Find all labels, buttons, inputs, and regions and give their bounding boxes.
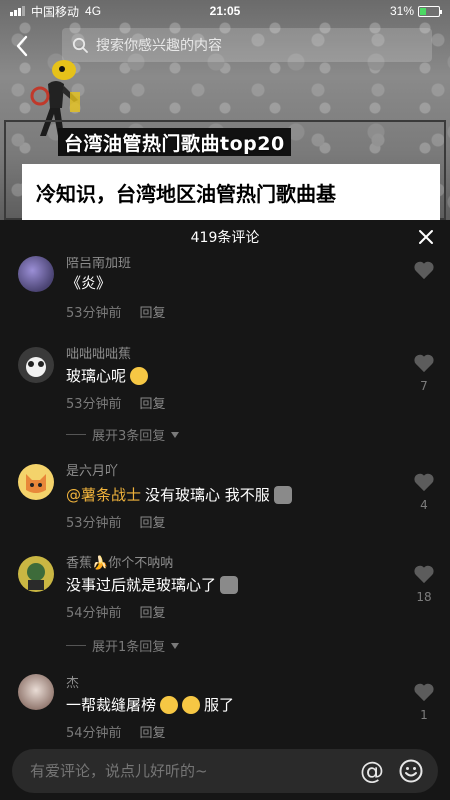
heart-icon: [414, 683, 434, 702]
battery-icon: [418, 5, 442, 17]
cat-emoji-icon: [273, 485, 292, 504]
heart-icon: [414, 473, 434, 492]
comment-author[interactable]: 是六月吖: [66, 460, 118, 479]
comment-time: 54分钟前: [66, 726, 122, 741]
comment-author[interactable]: 咄咄咄咄蕉: [66, 343, 131, 362]
clock: 21:05: [209, 4, 241, 18]
like-count: 7: [420, 379, 428, 393]
expand-replies-label: 展开1条回复: [92, 640, 166, 655]
comment-panel-header: 419条评论: [0, 220, 450, 254]
like-button[interactable]: 18: [412, 564, 436, 604]
reply-button[interactable]: 回复: [140, 302, 166, 321]
comment-text: 玻璃心呢: [66, 365, 149, 386]
author-name: 你个不呐呐: [108, 556, 174, 571]
like-button[interactable]: 7: [412, 353, 436, 393]
video-title-banner: 台湾油管热门歌曲top20: [58, 128, 291, 156]
comment-text: @薯条战士 没有玻璃心 我不服: [66, 484, 292, 505]
reply-button[interactable]: 回复: [140, 722, 166, 741]
comment-meta: 54分钟前 回复: [66, 722, 166, 741]
comment-body: 没有玻璃心 我不服: [145, 486, 270, 504]
expand-replies-button[interactable]: 展开3条回复: [66, 425, 180, 444]
chevron-left-icon: [16, 35, 28, 57]
status-bar: 中国移动 4G 21:05 31%: [0, 0, 450, 22]
comment-body: 没事过后就是玻璃心了: [66, 576, 217, 594]
video-subtitle-card: 冷知识，台湾地区油管热门歌曲基: [22, 164, 440, 220]
comment-count-title: 419条评论: [190, 230, 260, 246]
comment-input[interactable]: [30, 762, 360, 780]
like-count: 18: [416, 590, 432, 604]
carrier-label: 中国移动: [31, 4, 80, 19]
like-count: 4: [420, 498, 428, 512]
heart-icon: [414, 261, 434, 280]
mention-icon[interactable]: @: [360, 759, 384, 783]
avatar[interactable]: [18, 464, 54, 500]
network-label: 4G: [85, 4, 102, 18]
heart-icon: [414, 354, 434, 373]
search-icon: [72, 37, 88, 53]
comment-time: 54分钟前: [66, 606, 122, 621]
search-placeholder: 搜索你感兴趣的内容: [96, 38, 222, 54]
caret-down-icon: [171, 642, 180, 649]
comment-text: 没事过后就是玻璃心了: [66, 574, 239, 595]
comment-text: 《炎》: [66, 272, 111, 293]
comment-meta: 53分钟前 回复: [66, 393, 166, 412]
comment-body: 一帮裁缝屠榜: [66, 696, 157, 714]
comment-meta: 53分钟前 回复: [66, 302, 166, 321]
comment-input-bar: @: [12, 749, 438, 793]
like-button[interactable]: [412, 260, 436, 286]
comment-author[interactable]: 杰: [66, 672, 79, 691]
expand-replies-button[interactable]: 展开1条回复: [66, 636, 180, 655]
search-input[interactable]: 搜索你感兴趣的内容: [62, 28, 432, 62]
comment-time: 53分钟前: [66, 397, 122, 412]
battery-percent: 31%: [389, 4, 414, 18]
comment-meta: 54分钟前 回复: [66, 602, 166, 621]
mention-link[interactable]: @薯条战士: [66, 484, 141, 505]
signal-icon: [10, 6, 25, 16]
close-icon[interactable]: [416, 227, 436, 247]
like-button[interactable]: 1: [412, 682, 436, 722]
reply-button[interactable]: 回复: [140, 602, 166, 621]
comment-author[interactable]: 香蕉🍌你个不呐呐: [66, 552, 173, 571]
laughing-emoji-icon: [182, 695, 201, 714]
avatar[interactable]: [18, 347, 54, 383]
comment-body-suffix: 服了: [204, 696, 235, 714]
laughing-emoji-icon: [160, 695, 179, 714]
expand-replies-label: 展开3条回复: [92, 429, 166, 444]
comment-time: 53分钟前: [66, 306, 122, 321]
emoji-icon[interactable]: [398, 758, 424, 784]
reply-button[interactable]: 回复: [140, 512, 166, 531]
comment-body: 玻璃心呢: [66, 367, 127, 385]
avatar[interactable]: [18, 674, 54, 710]
caret-down-icon: [171, 431, 180, 438]
reply-button[interactable]: 回复: [140, 393, 166, 412]
comment-body: 《炎》: [66, 274, 112, 292]
comment-meta: 53分钟前 回复: [66, 512, 166, 531]
laughing-emoji-icon: [130, 366, 149, 385]
cat-emoji-icon: [220, 575, 239, 594]
like-count: 1: [420, 708, 428, 722]
author-name-prefix: 香蕉: [66, 556, 93, 571]
avatar[interactable]: [18, 556, 54, 592]
comment-time: 53分钟前: [66, 516, 122, 531]
video-preview[interactable]: 中国移动 4G 21:05 31% 搜索你感兴趣的内容 台湾油管热门歌曲top2…: [0, 0, 450, 220]
like-button[interactable]: 4: [412, 472, 436, 512]
comment-text: 一帮裁缝屠榜 服了: [66, 694, 234, 715]
banana-icon: 🍌: [92, 556, 109, 571]
heart-icon: [414, 565, 434, 584]
avatar[interactable]: [18, 256, 54, 292]
